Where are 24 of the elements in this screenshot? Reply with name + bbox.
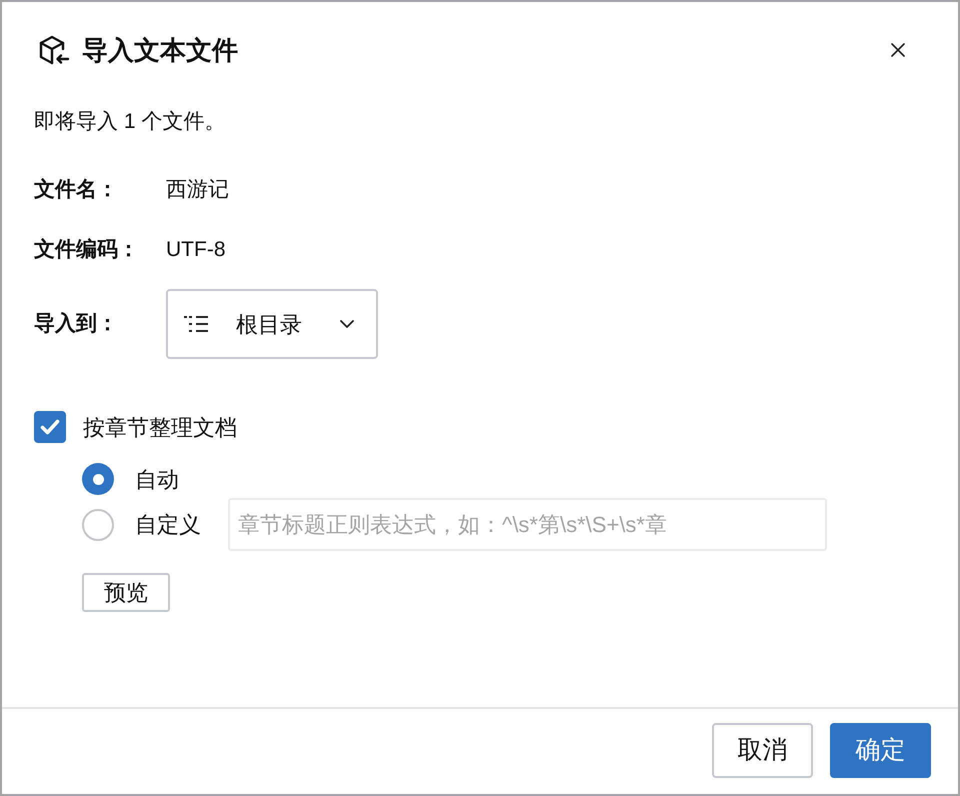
- folder-select[interactable]: 根目录: [166, 289, 378, 359]
- field-label: 导入到：: [34, 311, 119, 338]
- field-label: 文件编码：: [34, 237, 140, 264]
- close-icon: [891, 43, 905, 57]
- preview-button[interactable]: 预览: [82, 573, 170, 612]
- confirm-button[interactable]: 确定: [830, 723, 931, 778]
- import-message: 即将导入 1 个文件。: [34, 109, 226, 136]
- field-value: 西游记: [166, 177, 229, 204]
- radio-label: 自动: [135, 466, 179, 494]
- checkbox[interactable]: [34, 411, 66, 443]
- radio-button[interactable]: [82, 463, 114, 495]
- radio-button[interactable]: [82, 508, 114, 540]
- dialog-title: 导入文本文件: [82, 34, 238, 66]
- cube-arrow-icon: [38, 34, 70, 66]
- chevron-down-icon: [340, 320, 354, 328]
- field-label: 文件名：: [34, 177, 119, 204]
- list-icon: [184, 315, 208, 333]
- pattern-input[interactable]: 章节标题正则表达式，如：^\s*第\s*\S+\s*章: [228, 498, 827, 551]
- cancel-button[interactable]: 取消: [712, 723, 813, 778]
- checkmark-icon: [40, 419, 60, 435]
- field-value: UTF-8: [166, 237, 226, 264]
- close-button[interactable]: [890, 42, 906, 58]
- checkbox-label: 按章节整理文档: [83, 414, 237, 442]
- radio-label: 自定义: [135, 511, 201, 539]
